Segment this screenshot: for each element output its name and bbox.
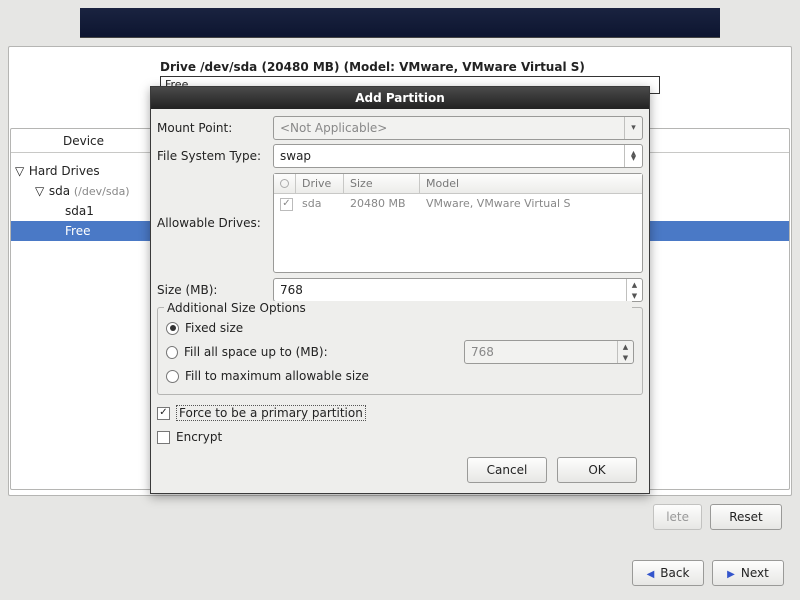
size-label: Size (MB): bbox=[157, 283, 273, 297]
expander-icon[interactable]: ▽ bbox=[15, 161, 25, 181]
add-partition-dialog: Add Partition Mount Point: <Not Applicab… bbox=[150, 86, 650, 494]
fill-upto-value: 768 bbox=[471, 345, 494, 359]
chevron-down-icon[interactable]: ▾ bbox=[624, 117, 642, 139]
drives-col-drive-header[interactable]: Drive bbox=[296, 174, 344, 193]
cancel-button[interactable]: Cancel bbox=[467, 457, 547, 483]
drive-row-model: VMware, VMware Virtual S bbox=[420, 197, 642, 210]
encrypt-check[interactable]: Encrypt bbox=[157, 425, 643, 449]
radio-icon[interactable] bbox=[166, 322, 179, 335]
force-primary-check[interactable]: Force to be a primary partition bbox=[157, 401, 643, 425]
drive-row-check-icon[interactable] bbox=[280, 198, 293, 211]
drive-row-size: 20480 MB bbox=[344, 197, 420, 210]
mount-point-label: Mount Point: bbox=[157, 121, 273, 135]
delete-button-obscured: lete bbox=[653, 504, 702, 530]
radio-icon[interactable] bbox=[166, 346, 178, 359]
spin-up-icon: ▲ bbox=[618, 341, 633, 352]
checkbox-icon[interactable] bbox=[157, 431, 170, 444]
size-input[interactable]: 768 ▲▼ bbox=[273, 278, 643, 302]
expander-icon[interactable]: ▽ bbox=[35, 181, 45, 201]
spin-down-icon[interactable]: ▼ bbox=[627, 290, 642, 301]
checkbox-icon[interactable] bbox=[157, 407, 170, 420]
drives-col-check-header[interactable] bbox=[274, 174, 296, 193]
tree-devpath: (/dev/sda) bbox=[74, 185, 130, 198]
spin-buttons: ▲▼ bbox=[617, 341, 633, 363]
size-value: 768 bbox=[280, 283, 303, 297]
tree-label: sda1 bbox=[65, 204, 94, 218]
mount-point-value: <Not Applicable> bbox=[280, 121, 387, 135]
radio-fill-upto-label: Fill all space up to (MB): bbox=[184, 345, 370, 359]
allowable-drives-table[interactable]: Drive Size Model sda 20480 MB VMware, VM… bbox=[273, 173, 643, 273]
drive-row-name: sda bbox=[296, 197, 344, 210]
next-button[interactable]: Next bbox=[712, 560, 784, 586]
encrypt-label: Encrypt bbox=[176, 430, 222, 444]
ok-button[interactable]: OK bbox=[557, 457, 637, 483]
tree-label: Free bbox=[65, 224, 90, 238]
installer-banner bbox=[80, 8, 720, 38]
tree-label: Hard Drives bbox=[29, 164, 100, 178]
back-label: Back bbox=[660, 566, 689, 580]
spin-up-icon[interactable]: ▲ bbox=[627, 279, 642, 290]
dialog-button-row: Cancel OK bbox=[157, 449, 643, 485]
up-down-icon[interactable]: ▴▾ bbox=[624, 145, 642, 167]
back-button[interactable]: Back bbox=[632, 560, 704, 586]
fill-upto-input: 768 ▲▼ bbox=[464, 340, 634, 364]
dialog-title: Add Partition bbox=[151, 87, 649, 109]
fs-type-label: File System Type: bbox=[157, 149, 273, 163]
drive-header: Drive /dev/sda (20480 MB) (Model: VMware… bbox=[160, 60, 585, 74]
drives-col-model-header[interactable]: Model bbox=[420, 174, 642, 193]
size-options-legend: Additional Size Options bbox=[164, 301, 632, 315]
radio-fill-upto[interactable]: Fill all space up to (MB): 768 ▲▼ bbox=[166, 340, 634, 364]
main-action-buttons: lete Reset bbox=[653, 504, 782, 530]
force-primary-label: Force to be a primary partition bbox=[176, 405, 366, 421]
radio-fill-max[interactable]: Fill to maximum allowable size bbox=[166, 364, 634, 388]
reset-button[interactable]: Reset bbox=[710, 504, 782, 530]
arrow-right-icon bbox=[727, 566, 735, 580]
radio-header-icon bbox=[280, 179, 289, 188]
drives-row-sda[interactable]: sda 20480 MB VMware, VMware Virtual S bbox=[274, 194, 642, 213]
footer-nav: Back Next bbox=[632, 560, 784, 586]
radio-fixed-size[interactable]: Fixed size bbox=[166, 316, 634, 340]
tree-header-device: Device bbox=[63, 134, 104, 148]
arrow-left-icon bbox=[647, 566, 655, 580]
spin-down-icon: ▼ bbox=[618, 352, 633, 363]
mount-point-combo[interactable]: <Not Applicable> ▾ bbox=[273, 116, 643, 140]
drives-col-size-header[interactable]: Size bbox=[344, 174, 420, 193]
next-label: Next bbox=[741, 566, 769, 580]
fs-type-combo[interactable]: swap ▴▾ bbox=[273, 144, 643, 168]
radio-fixed-label: Fixed size bbox=[185, 321, 243, 335]
fs-type-value: swap bbox=[280, 149, 311, 163]
radio-fill-max-label: Fill to maximum allowable size bbox=[185, 369, 369, 383]
spin-buttons[interactable]: ▲▼ bbox=[626, 279, 642, 301]
tree-label: sda bbox=[49, 184, 70, 198]
radio-icon[interactable] bbox=[166, 370, 179, 383]
size-options-fieldset: Additional Size Options Fixed size Fill … bbox=[157, 307, 643, 395]
allowable-drives-label: Allowable Drives: bbox=[157, 216, 273, 230]
drives-table-header: Drive Size Model bbox=[274, 174, 642, 194]
